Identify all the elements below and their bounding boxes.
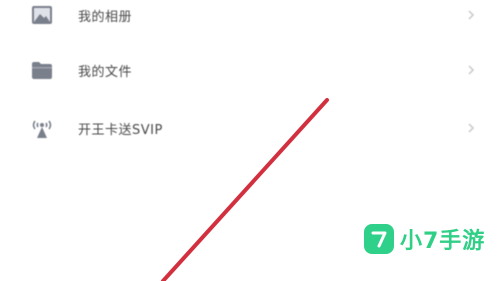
menu-item-wangka-svip[interactable]: 开王卡送SVIP: [0, 103, 500, 153]
menu-item-label: 我的文件: [78, 64, 133, 80]
chevron-right-icon: [466, 8, 476, 22]
photo-album-icon: [30, 3, 54, 27]
chevron-right-icon: [466, 121, 476, 135]
watermark-logo-icon: [364, 224, 394, 254]
watermark: 小7手游: [364, 223, 485, 255]
watermark-text: 小7手游: [400, 229, 486, 254]
menu-item-my-album[interactable]: 我的相册: [0, 0, 500, 40]
chevron-right-icon: [466, 63, 476, 77]
signal-tower-icon: [30, 116, 54, 140]
menu-item-my-files[interactable]: 我的文件: [0, 45, 500, 95]
menu-item-label: 开王卡送SVIP: [78, 122, 163, 138]
menu-item-label: 我的相册: [78, 9, 133, 25]
folder-icon: [30, 58, 54, 82]
